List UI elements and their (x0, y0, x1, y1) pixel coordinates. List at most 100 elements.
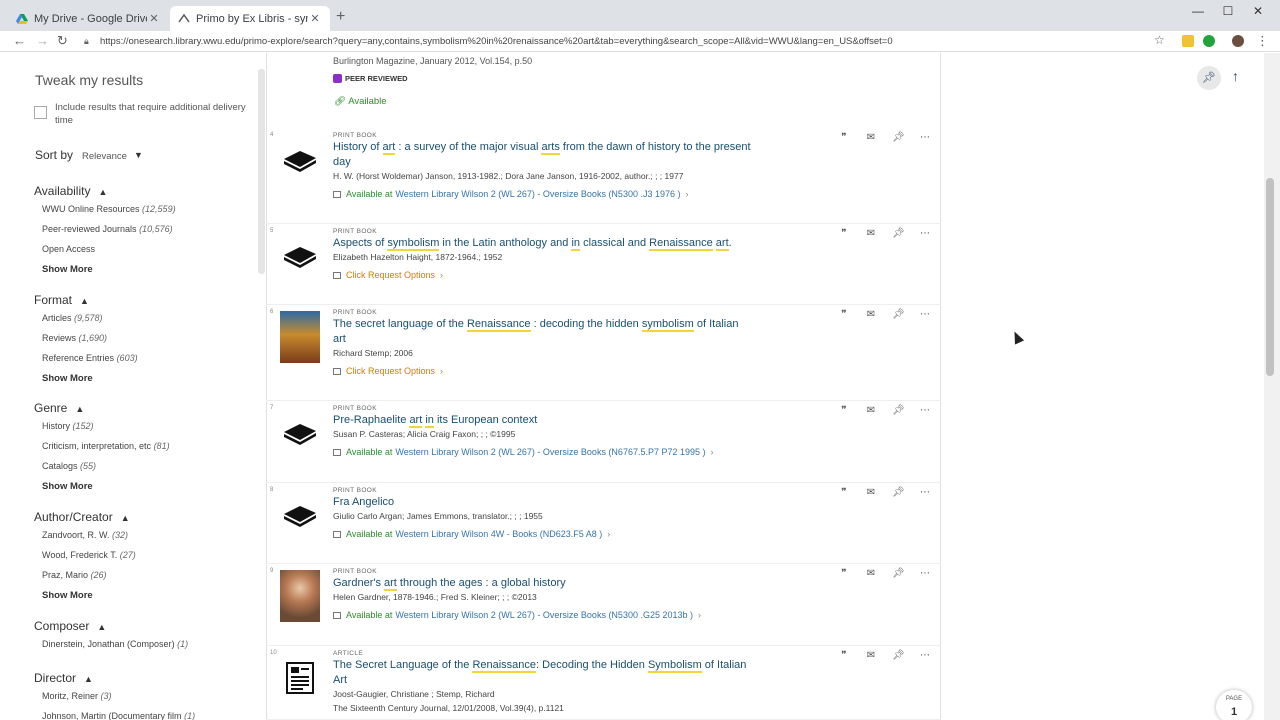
more-actions-icon[interactable]: ⋯ (919, 568, 931, 579)
result-title-link[interactable]: Gardner's art through the ages : a globa… (333, 576, 753, 591)
result-title-link[interactable]: The Secret Language of the Renaissance: … (333, 658, 753, 688)
more-actions-icon[interactable]: ⋯ (919, 132, 931, 143)
facet-heading[interactable]: Composer ▲ (34, 619, 106, 633)
facet-heading[interactable]: Format ▲ (34, 293, 89, 307)
availability-link[interactable]: Available at Western Library Wilson 2 (WL… (333, 610, 701, 620)
email-icon[interactable]: ✉ (865, 132, 877, 143)
result-title-link[interactable]: The secret language of the Renaissance :… (333, 317, 753, 347)
result-thumbnail[interactable] (280, 570, 320, 622)
pin-icon[interactable]: 📌︎ (892, 650, 905, 661)
citation-icon[interactable]: ❞ (838, 228, 850, 239)
pin-icon[interactable]: 📌︎ (892, 568, 905, 579)
citation-icon[interactable]: ❞ (838, 487, 850, 498)
sort-select[interactable]: Relevance (82, 151, 127, 162)
facet-item[interactable]: Reviews (1,690) (42, 333, 107, 343)
chevron-up-icon[interactable]: ▲ (75, 404, 84, 414)
facet-item[interactable]: Johnson, Martin (Documentary film (1) (42, 711, 195, 720)
maximize-icon[interactable]: ☐ (1213, 4, 1243, 18)
citation-icon[interactable]: ❞ (838, 309, 850, 320)
close-window-icon[interactable]: ✕ (1243, 4, 1273, 18)
facet-item[interactable]: Catalogs (55) (42, 461, 96, 471)
citation-icon[interactable]: ❞ (838, 132, 850, 143)
result-title-link[interactable]: Aspects of symbolism in the Latin anthol… (333, 236, 753, 251)
email-icon[interactable]: ✉ (865, 650, 877, 661)
minimize-icon[interactable]: — (1183, 4, 1213, 18)
email-icon[interactable]: ✉ (865, 487, 877, 498)
citation-icon[interactable]: ❞ (838, 568, 850, 579)
citation-icon[interactable]: ❞ (838, 650, 850, 661)
facet-item[interactable]: Moritz, Reiner (3) (42, 691, 112, 701)
facet-item[interactable]: Wood, Frederick T. (27) (42, 550, 136, 560)
result-thumbnail[interactable] (280, 135, 320, 185)
browser-menu-icon[interactable]: ⋮ (1256, 33, 1269, 49)
facet-heading[interactable]: Director ▲ (34, 671, 93, 685)
show-more-link[interactable]: Show More (42, 373, 93, 384)
facet-item[interactable]: Dinerstein, Jonathan (Composer) (1) (42, 639, 188, 649)
facet-heading[interactable]: Availability ▲ (34, 184, 107, 198)
facet-item[interactable]: Criticism, interpretation, etc (81) (42, 441, 170, 451)
new-tab-icon[interactable]: + (336, 8, 345, 26)
show-more-link[interactable]: Show More (42, 481, 93, 492)
close-tab-icon[interactable]: ✕ (308, 12, 322, 25)
facet-item[interactable]: WWU Online Resources (12,559) (42, 204, 176, 214)
scroll-top-icon[interactable]: ↑ (1232, 68, 1239, 84)
request-options-link[interactable]: Click Request Options › (333, 366, 443, 376)
chevron-up-icon[interactable]: ▲ (97, 622, 106, 632)
pin-icon[interactable]: 📌︎ (892, 487, 905, 498)
more-actions-icon[interactable]: ⋯ (919, 487, 931, 498)
chevron-up-icon[interactable]: ▲ (84, 674, 93, 684)
availability-link[interactable]: Available at Western Library Wilson 2 (WL… (333, 189, 688, 199)
show-more-link[interactable]: Show More (42, 590, 93, 601)
chevron-up-icon[interactable]: ▲ (121, 513, 130, 523)
facet-item[interactable]: Reference Entries (603) (42, 353, 138, 363)
reload-icon[interactable]: ↻ (57, 33, 68, 49)
result-thumbnail[interactable] (280, 408, 320, 458)
result-thumbnail[interactable] (280, 490, 320, 540)
tab-google-drive[interactable]: My Drive - Google Drive ✕ (8, 6, 169, 31)
facet-heading[interactable]: Genre ▲ (34, 401, 84, 415)
result-thumbnail[interactable] (280, 311, 320, 363)
delivery-time-checkbox[interactable] (34, 106, 47, 119)
facet-item[interactable]: Peer-reviewed Journals (10,576) (42, 224, 173, 234)
page-scrollbar[interactable] (1264, 53, 1280, 720)
pin-icon[interactable]: 📌︎ (892, 132, 905, 143)
more-actions-icon[interactable]: ⋯ (919, 650, 931, 661)
availability-link[interactable]: Available at Western Library Wilson 4W - … (333, 529, 610, 539)
result-thumbnail[interactable] (280, 653, 320, 703)
more-actions-icon[interactable]: ⋯ (919, 228, 931, 239)
facet-item[interactable]: Zandvoort, R. W. (32) (42, 530, 128, 540)
back-icon[interactable]: ← (13, 33, 26, 48)
extension-icon[interactable] (1203, 35, 1215, 47)
result-thumbnail[interactable] (280, 231, 320, 281)
facet-heading[interactable]: Author/Creator ▲ (34, 510, 130, 524)
sidebar-scrollbar[interactable] (258, 69, 265, 274)
extension-icon[interactable] (1182, 35, 1194, 47)
facet-item[interactable]: History (152) (42, 421, 94, 431)
pin-icon[interactable]: 📌︎ (892, 228, 905, 239)
result-title-link[interactable]: History of art : a survey of the major v… (333, 140, 753, 170)
page-scrollbar-thumb[interactable] (1266, 178, 1274, 376)
result-title-link[interactable]: Pre-Raphaelite art in its European conte… (333, 413, 753, 428)
pin-icon[interactable]: 📌︎ (1197, 66, 1221, 90)
result-title-link[interactable]: Fra Angelico (333, 495, 753, 510)
availability-link[interactable]: Available at Western Library Wilson 2 (WL… (333, 447, 714, 457)
email-icon[interactable]: ✉ (865, 568, 877, 579)
address-bar[interactable]: 🔒︎ https://onesearch.library.wwu.edu/pri… (84, 33, 1168, 50)
more-actions-icon[interactable]: ⋯ (919, 405, 931, 416)
caret-down-icon[interactable]: ▼ (134, 150, 143, 160)
show-more-link[interactable]: Show More (42, 264, 93, 275)
bookmark-star-icon[interactable]: ☆ (1154, 33, 1165, 47)
chevron-up-icon[interactable]: ▲ (80, 296, 89, 306)
facet-item[interactable]: Articles (9,578) (42, 313, 103, 323)
pin-icon[interactable]: 📌︎ (892, 405, 905, 416)
request-options-link[interactable]: Click Request Options › (333, 270, 443, 280)
profile-avatar-icon[interactable] (1232, 35, 1244, 47)
facet-item[interactable]: Praz, Mario (26) (42, 570, 107, 580)
chevron-up-icon[interactable]: ▲ (98, 187, 107, 197)
tab-primo[interactable]: Primo by Ex Libris - symbolism in ✕ (170, 6, 330, 31)
close-tab-icon[interactable]: ✕ (147, 12, 161, 25)
more-actions-icon[interactable]: ⋯ (919, 309, 931, 320)
pin-icon[interactable]: 📌︎ (892, 309, 905, 320)
email-icon[interactable]: ✉ (865, 405, 877, 416)
email-icon[interactable]: ✉ (865, 309, 877, 320)
